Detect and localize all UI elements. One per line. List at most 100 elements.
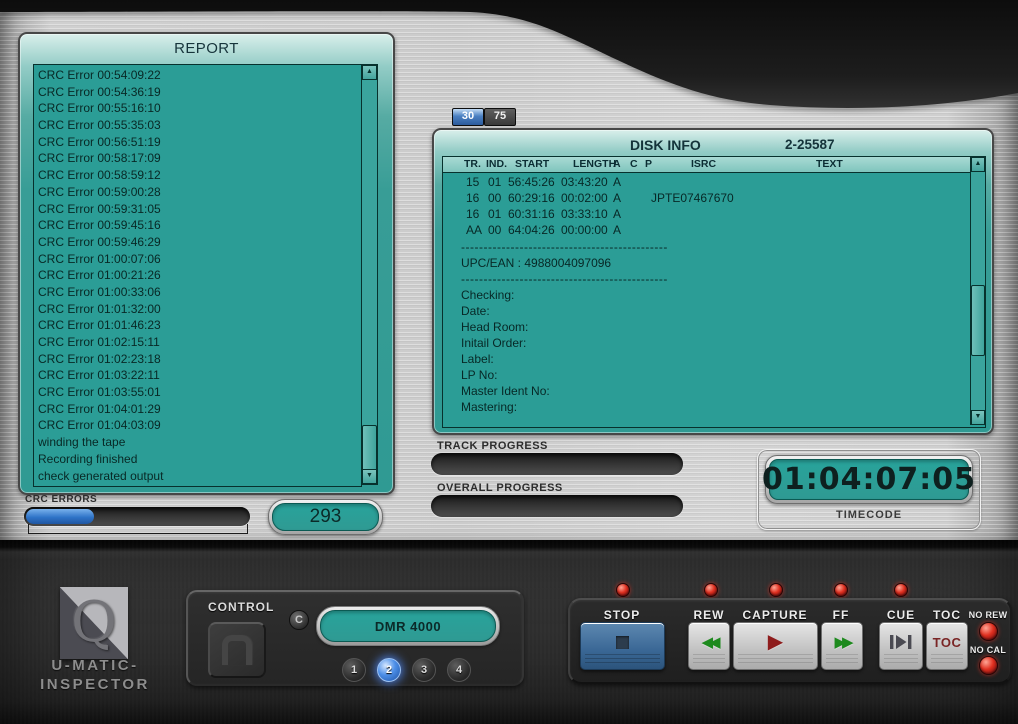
report-line[interactable]: CRC Error 00:58:59:12 <box>34 167 361 184</box>
col-start: START <box>515 158 549 170</box>
logo-icon: Q <box>60 587 128 659</box>
report-line[interactable]: CRC Error 01:02:15:11 <box>34 334 361 351</box>
report-line[interactable]: CRC Error 00:58:17:09 <box>34 150 361 167</box>
disk-track-row[interactable]: 160160:31:1603:33:10A <box>443 207 971 223</box>
stop-button[interactable] <box>580 622 665 670</box>
no-rew-label: NO REW <box>969 610 1008 620</box>
toc-button[interactable]: TOC <box>926 622 968 670</box>
report-line[interactable]: CRC Error 01:02:23:18 <box>34 351 361 368</box>
disk-track-rows: 150156:45:2603:43:20A160060:29:1600:02:0… <box>443 173 971 427</box>
disk-cell: A <box>613 223 621 237</box>
report-line[interactable]: CRC Error 00:59:46:29 <box>34 234 361 251</box>
toggle-75-button[interactable]: 75 <box>484 108 516 126</box>
report-line[interactable]: CRC Error 01:04:03:09 <box>34 417 361 434</box>
stop-label: STOP <box>604 608 640 622</box>
report-list: CRC Error 00:54:09:22CRC Error 00:54:36:… <box>33 64 362 487</box>
overall-progress-bar <box>431 495 683 517</box>
report-scroll-thumb[interactable] <box>362 425 377 473</box>
disk-separator: ----------------------------------------… <box>461 271 971 287</box>
cue-led-icon <box>894 583 908 597</box>
scroll-down-icon[interactable]: ▼ <box>971 410 985 425</box>
disk-cell: 00:02:00 <box>561 191 608 205</box>
rew-led-icon <box>704 583 718 597</box>
disk-meta-line: LP No: <box>461 367 971 383</box>
report-line[interactable]: CRC Error 00:59:00:28 <box>34 184 361 201</box>
disk-track-row[interactable]: 160060:29:1600:02:00AJPTE07467670 <box>443 191 971 207</box>
report-line[interactable]: CRC Error 01:00:21:26 <box>34 267 361 284</box>
ff-led-icon <box>834 583 848 597</box>
report-line[interactable]: winding the tape <box>34 434 361 451</box>
rew-label: REW <box>694 608 725 622</box>
report-line[interactable]: CRC Error 00:55:35:03 <box>34 117 361 134</box>
report-line[interactable]: CRC Error 00:59:45:16 <box>34 217 361 234</box>
report-line[interactable]: CRC Error 00:54:36:19 <box>34 84 361 101</box>
report-line[interactable]: Recording finished <box>34 451 361 468</box>
disk-cell: 16 <box>466 191 479 205</box>
stop-square-icon <box>616 636 629 649</box>
col-text: TEXT <box>816 158 843 170</box>
disk-meta-line: Checking: <box>461 287 971 303</box>
crc-ruler-scale <box>28 524 248 534</box>
overall-progress-label: OVERALL PROGRESS <box>437 482 563 494</box>
capture-label: CAPTURE <box>742 608 807 622</box>
report-line[interactable]: CRC Error 01:01:32:00 <box>34 301 361 318</box>
disk-meta-line: Label: <box>461 351 971 367</box>
disk-info-title: DISK INFO <box>630 137 701 153</box>
crc-errors-label: CRC ERRORS <box>25 494 97 505</box>
control-button[interactable] <box>208 622 266 678</box>
device-name: DMR 4000 <box>320 610 496 642</box>
disk-table-header: TR. IND. START LENGTH A C P ISRC TEXT <box>443 157 971 173</box>
disk-track-row[interactable]: AA0064:04:2600:00:00A <box>443 223 971 239</box>
report-line[interactable]: CRC Error 00:54:09:22 <box>34 67 361 84</box>
disk-meta-line: Mastering: <box>461 399 971 415</box>
control-group: CONTROL C DMR 4000 1234 <box>186 590 524 686</box>
disk-cell: A <box>613 207 621 221</box>
disk-cell: AA <box>466 223 482 237</box>
report-scrollbar[interactable]: ▲ ▼ <box>361 64 378 485</box>
report-line[interactable]: CRC Error 00:56:51:19 <box>34 134 361 151</box>
report-line[interactable]: CRC Error 01:03:55:01 <box>34 384 361 401</box>
channel-button-4[interactable]: 4 <box>447 658 471 682</box>
report-line[interactable]: CRC Error 00:55:16:10 <box>34 100 361 117</box>
scroll-up-icon[interactable]: ▲ <box>971 157 985 172</box>
ff-button[interactable]: ▶▶ <box>821 622 863 670</box>
toggle-30-button[interactable]: 30 <box>452 108 484 126</box>
no-cal-led-icon <box>979 656 998 675</box>
crc-count-display: 293 <box>268 499 383 535</box>
report-line[interactable]: CRC Error 01:04:01:29 <box>34 401 361 418</box>
channel-button-3[interactable]: 3 <box>412 658 436 682</box>
disk-scrollbar[interactable]: ▲ ▼ <box>970 157 985 425</box>
rew-button[interactable]: ◀◀ <box>688 622 730 670</box>
disk-meta-line: UPC/EAN : 4988004097096 <box>461 255 971 271</box>
disk-id: 2-25587 <box>785 137 835 152</box>
report-line[interactable]: check generated output <box>34 468 361 485</box>
capture-button[interactable]: ▶ <box>733 622 818 670</box>
disk-cell: 00:00:00 <box>561 223 608 237</box>
report-panel: REPORT CRC Error 00:54:09:22CRC Error 00… <box>18 32 395 495</box>
col-c: C <box>630 158 638 170</box>
disk-cell: JPTE07467670 <box>651 191 734 205</box>
report-line[interactable]: CRC Error 01:00:07:06 <box>34 251 361 268</box>
disk-cell: 60:29:16 <box>508 191 555 205</box>
channel-button-2[interactable]: 2 <box>377 658 401 682</box>
u-matic-inspector-app: REPORT CRC Error 00:54:09:22CRC Error 00… <box>0 0 1018 724</box>
report-line[interactable]: CRC Error 01:01:46:23 <box>34 317 361 334</box>
disk-scroll-thumb[interactable] <box>971 285 985 356</box>
channel-button-1[interactable]: 1 <box>342 658 366 682</box>
rewind-icon: ◀◀ <box>701 635 716 650</box>
brand-line1: U-MATIC- <box>34 656 156 675</box>
disk-info-panel: DISK INFO 2-25587 TR. IND. START LENGTH … <box>432 128 994 435</box>
scroll-down-icon[interactable]: ▼ <box>362 469 377 484</box>
disk-cell: 03:33:10 <box>561 207 608 221</box>
disk-separator: ----------------------------------------… <box>461 239 971 255</box>
report-line[interactable]: CRC Error 01:00:33:06 <box>34 284 361 301</box>
timecode-label: TIMECODE <box>758 509 980 521</box>
report-line[interactable]: CRC Error 01:03:22:11 <box>34 367 361 384</box>
c-indicator: C <box>289 610 309 630</box>
cue-label: CUE <box>887 608 915 622</box>
report-line[interactable]: CRC Error 00:59:31:05 <box>34 201 361 218</box>
disk-track-row[interactable]: 150156:45:2603:43:20A <box>443 175 971 191</box>
channel-buttons: 1234 <box>342 658 471 682</box>
scroll-up-icon[interactable]: ▲ <box>362 65 377 80</box>
cue-button[interactable] <box>879 622 923 670</box>
